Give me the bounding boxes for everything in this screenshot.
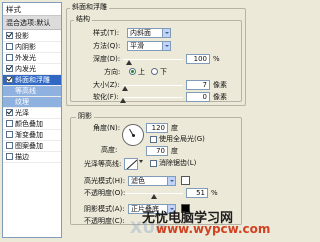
style-item-label: 斜面和浮雕 <box>15 76 50 84</box>
highlight-color-swatch[interactable] <box>181 176 190 185</box>
style-checkbox[interactable] <box>6 131 13 138</box>
soften-slider-track[interactable] <box>123 97 183 98</box>
styles-list-panel: 样式 混合选项:默认 投影内阴影外发光内发光斜面和浮雕等高线纹理光泽颜色叠加渐变… <box>2 2 62 238</box>
style-item[interactable]: 投影 <box>3 31 61 42</box>
style-item-label: 外发光 <box>15 54 36 62</box>
style-item-label: 内阴影 <box>15 43 36 51</box>
shadow-mode-label: 阴影模式(A): <box>84 205 125 213</box>
style-checkbox[interactable] <box>6 76 13 83</box>
style-checkbox[interactable] <box>6 54 13 61</box>
gloss-contour-label: 光泽等高线: <box>84 160 122 168</box>
style-item[interactable]: 渐变叠加 <box>3 130 61 141</box>
highlight-mode-label: 高光模式(H): <box>84 177 126 185</box>
highlight-opacity-unit: % <box>211 189 218 197</box>
style-item[interactable]: 等高线 <box>3 86 61 97</box>
style-item[interactable]: 颜色叠加 <box>3 119 61 130</box>
style-item-label: 投影 <box>15 32 29 40</box>
style-item[interactable]: 内发光 <box>3 64 61 75</box>
direction-down-label: 下 <box>160 68 167 76</box>
style-item-label: 光泽 <box>15 109 29 117</box>
soften-slider-thumb[interactable] <box>120 98 126 103</box>
soften-unit: 像素 <box>213 93 227 101</box>
style-checkbox[interactable] <box>6 65 13 72</box>
angle-dial[interactable] <box>122 124 144 146</box>
style-checkbox[interactable] <box>6 120 13 127</box>
technique-label: 方法(Q): <box>93 42 121 50</box>
angle-unit: 度 <box>171 124 178 132</box>
style-item-label: 渐变叠加 <box>15 131 43 139</box>
angle-dial-center <box>132 134 135 137</box>
structure-title: 结构 <box>74 15 92 23</box>
global-light-checkbox[interactable] <box>150 136 157 143</box>
direction-label: 方向: <box>104 68 121 76</box>
style-item-label: 图案叠加 <box>15 142 43 150</box>
style-item[interactable]: 内阴影 <box>3 42 61 53</box>
styles-list-title: 样式 <box>3 3 61 16</box>
style-item-label: 内发光 <box>15 65 36 73</box>
style-item-label: 纹理 <box>15 98 29 106</box>
style-item[interactable]: 外发光 <box>3 53 61 64</box>
style-item[interactable]: 描边 <box>3 152 61 163</box>
style-item-label: 颜色叠加 <box>15 120 43 128</box>
shadow-opacity-label: 不透明度(C): <box>84 217 125 225</box>
blend-options-item[interactable]: 混合选项:默认 <box>3 16 61 30</box>
chevron-down-icon <box>162 42 170 50</box>
direction-up-radio[interactable] <box>129 68 136 75</box>
soften-input[interactable]: 0 <box>186 92 210 102</box>
depth-slider-track[interactable] <box>123 59 183 60</box>
highlight-opacity-label: 不透明度(O): <box>84 189 126 197</box>
size-unit: 像素 <box>213 81 227 89</box>
style-item[interactable]: 纹理 <box>3 97 61 108</box>
style-checkbox[interactable] <box>6 109 13 116</box>
highlight-opacity-input[interactable]: 51 <box>186 188 208 198</box>
size-label: 大小(Z): <box>93 81 120 89</box>
style-checkbox[interactable] <box>6 153 13 160</box>
style-item[interactable]: 光泽 <box>3 108 61 119</box>
style-label: 样式(T): <box>93 29 120 37</box>
style-select[interactable]: 内斜面 <box>127 28 171 38</box>
direction-up-label: 上 <box>138 68 145 76</box>
style-item-label: 描边 <box>15 153 29 161</box>
depth-slider-thumb[interactable] <box>126 60 132 65</box>
chevron-down-icon <box>167 177 175 185</box>
highlight-mode-select[interactable]: 滤色 <box>128 176 176 186</box>
chevron-down-icon <box>162 29 170 37</box>
shading-title: 阴影 <box>76 112 94 120</box>
style-item-label: 等高线 <box>15 87 36 95</box>
watermark-url: www.wypcw.com <box>156 222 271 236</box>
size-input[interactable]: 7 <box>186 80 210 90</box>
antialias-checkbox[interactable] <box>150 160 157 167</box>
altitude-unit: 度 <box>171 147 178 155</box>
altitude-input[interactable]: 70 <box>146 146 168 156</box>
depth-label: 深度(D): <box>93 55 121 63</box>
style-item[interactable]: 图案叠加 <box>3 141 61 152</box>
depth-unit: % <box>213 55 220 63</box>
style-item[interactable]: 斜面和浮雕 <box>3 75 61 86</box>
antialias-label: 消除锯齿(L) <box>159 159 197 167</box>
angle-input[interactable]: 120 <box>146 123 168 133</box>
technique-select[interactable]: 平滑 <box>127 41 171 51</box>
soften-label: 软化(F): <box>93 93 119 101</box>
size-slider-track[interactable] <box>123 85 183 86</box>
direction-down-radio[interactable] <box>151 68 158 75</box>
angle-label: 角度(N): <box>93 124 121 132</box>
highlight-opacity-thumb[interactable] <box>150 194 157 199</box>
depth-input[interactable]: 100 <box>186 54 210 64</box>
contour-curve-icon <box>126 159 137 169</box>
size-slider-thumb[interactable] <box>121 86 128 91</box>
global-light-label: 使用全局光(G) <box>159 135 205 143</box>
bevel-emboss-title: 斜面和浮雕 <box>70 3 109 11</box>
style-checkbox[interactable] <box>6 43 13 50</box>
style-checkbox[interactable] <box>6 32 13 39</box>
style-checkbox[interactable] <box>6 142 13 149</box>
gloss-contour-picker[interactable] <box>124 158 138 170</box>
altitude-label: 高度: <box>101 146 118 154</box>
chevron-down-icon[interactable] <box>139 160 143 163</box>
